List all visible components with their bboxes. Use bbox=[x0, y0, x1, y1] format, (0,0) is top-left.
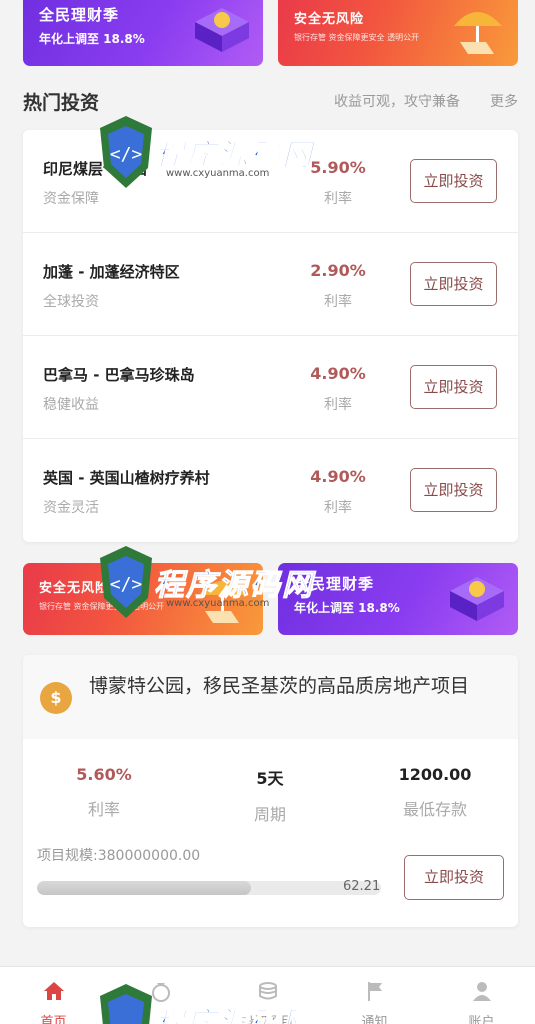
dollar-coin-icon: $ bbox=[40, 682, 72, 714]
progress-fill bbox=[37, 881, 251, 895]
invest-item-rate: 2.90% bbox=[310, 261, 366, 280]
banner-anquan-subtitle: 银行存管 资金保障更安全 透明公开 bbox=[39, 602, 165, 611]
banner-licai-title: 全民理财季 bbox=[39, 6, 120, 24]
banner-licai[interactable]: 全民理财季 年化上调至 18.8% bbox=[278, 563, 518, 635]
invest-item-name: 印尼煤层气项目 bbox=[43, 160, 149, 178]
progress-value: 62.21 bbox=[343, 879, 381, 894]
stat-label: 利率 bbox=[87, 800, 120, 819]
tab-notice[interactable]: 通知 bbox=[321, 967, 428, 1024]
stat-value: 1200.00 bbox=[398, 765, 472, 784]
project-title: 博蒙特公园，移民圣基茨的高品质房地产项目 bbox=[89, 675, 470, 697]
stat-value: 5天 bbox=[256, 769, 284, 788]
invest-item[interactable]: 加蓬 - 加蓬经济特区 全球投资 2.90% 利率 立即投资 bbox=[23, 233, 518, 336]
stat-label: 最低存款 bbox=[402, 800, 467, 819]
banner-licai[interactable]: 全民理财季 年化上调至 18.8% bbox=[23, 0, 263, 66]
invest-now-button[interactable]: 立即投资 bbox=[410, 468, 497, 512]
section-subtitle: 收益可观，攻守兼备 bbox=[334, 94, 460, 110]
bottom-tab-bar: 首页 投资项目 通知 账户 bbox=[0, 966, 535, 1024]
invest-item-rate-label: 利率 bbox=[324, 500, 352, 516]
banner-anquan-title: 安全无风险 bbox=[39, 581, 110, 596]
flag-icon bbox=[367, 982, 382, 1001]
tab-label: 账户 bbox=[468, 1015, 495, 1024]
invest-item-name: 巴拿马 - 巴拿马珍珠岛 bbox=[43, 366, 195, 384]
invest-item-name: 加蓬 - 加蓬经济特区 bbox=[43, 263, 180, 281]
banner-licai-subtitle: 年化上调至 18.8% bbox=[294, 601, 400, 615]
invest-item-rate: 4.90% bbox=[310, 467, 366, 486]
invest-now-button[interactable]: 立即投资 bbox=[410, 262, 497, 306]
invest-item[interactable]: 巴拿马 - 巴拿马珍珠岛 稳健收益 4.90% 利率 立即投资 bbox=[23, 336, 518, 439]
invest-now-button[interactable]: 立即投资 bbox=[404, 855, 504, 900]
isometric-coin-icon bbox=[195, 8, 249, 52]
banner-licai-title: 全民理财季 bbox=[294, 575, 375, 593]
project-stat-period: 5天 周期 bbox=[210, 765, 330, 825]
top-banner-row: 全民理财季 年化上调至 18.8% 安全无风险 银行存管 资金保障更安全 透明公… bbox=[0, 0, 535, 66]
invest-item-rate-label: 利率 bbox=[324, 191, 352, 207]
tab-money[interactable] bbox=[107, 967, 214, 1024]
invest-item-tag: 资金保障 bbox=[43, 191, 99, 207]
tab-label: 通知 bbox=[361, 1015, 388, 1024]
tab-home[interactable]: 首页 bbox=[0, 967, 107, 1024]
more-link[interactable]: 更多 bbox=[490, 91, 518, 111]
section-title: 热门投资 bbox=[23, 92, 100, 114]
home-icon bbox=[43, 982, 64, 1000]
invest-now-button[interactable]: 立即投资 bbox=[410, 365, 497, 409]
invest-now-button[interactable]: 立即投资 bbox=[410, 159, 497, 203]
invest-list: 印尼煤层气项目 资金保障 5.90% 利率 立即投资 加蓬 - 加蓬经济特区 全… bbox=[23, 130, 518, 542]
isometric-coin-icon bbox=[450, 577, 504, 621]
stat-value: 5.60% bbox=[76, 765, 132, 784]
invest-item-rate: 4.90% bbox=[310, 364, 366, 383]
banner-licai-subtitle: 年化上调至 18.8% bbox=[39, 32, 145, 46]
banner-anquan-subtitle: 银行存管 资金保障更安全 透明公开 bbox=[294, 33, 420, 42]
hot-invest-header: 热门投资 收益可观，攻守兼备 更多 bbox=[23, 84, 518, 114]
banner-anquan-title: 安全无风险 bbox=[294, 12, 365, 27]
invest-item-rate-label: 利率 bbox=[324, 397, 352, 413]
project-stat-rate: 5.60% 利率 bbox=[44, 765, 164, 820]
project-card[interactable]: $ 博蒙特公园，移民圣基茨的高品质房地产项目 5.60% 利率 5天 周期 12… bbox=[23, 655, 518, 927]
banner-anquan[interactable]: 安全无风险 银行存管 资金保障更安全 透明公开 bbox=[278, 0, 518, 66]
invest-item-tag: 资金灵活 bbox=[43, 500, 99, 516]
banner-anquan[interactable]: 安全无风险 银行存管 资金保障更安全 透明公开 bbox=[23, 563, 263, 635]
coins-icon bbox=[258, 982, 277, 1000]
tab-label: 首页 bbox=[40, 1015, 67, 1024]
progress-bar bbox=[37, 881, 381, 895]
invest-item-rate-label: 利率 bbox=[324, 294, 352, 310]
project-header: $ 博蒙特公园，移民圣基茨的高品质房地产项目 bbox=[23, 655, 518, 739]
invest-item[interactable]: 英国 - 英国山楂树疗养村 资金灵活 4.90% 利率 立即投资 bbox=[23, 439, 518, 542]
invest-item-tag: 全球投资 bbox=[43, 294, 99, 310]
tab-label: 投资项目 bbox=[241, 1015, 294, 1024]
umbrella-icon bbox=[199, 581, 247, 623]
project-scale: 项目规模:380000000.00 bbox=[37, 848, 201, 864]
tab-account[interactable]: 账户 bbox=[428, 967, 535, 1024]
middle-banner-row: 安全无风险 银行存管 资金保障更安全 透明公开 全民理财季 年化上调至 18.8… bbox=[0, 563, 535, 635]
umbrella-icon bbox=[454, 12, 502, 54]
project-stat-min-deposit: 1200.00 最低存款 bbox=[375, 765, 495, 820]
invest-item-tag: 稳健收益 bbox=[43, 397, 99, 413]
user-icon bbox=[472, 982, 491, 1001]
tab-projects[interactable]: 投资项目 bbox=[214, 967, 321, 1024]
invest-item-rate: 5.90% bbox=[310, 158, 366, 177]
invest-item-name: 英国 - 英国山楂树疗养村 bbox=[43, 469, 210, 487]
money-bag-icon bbox=[151, 983, 170, 1002]
invest-item[interactable]: 印尼煤层气项目 资金保障 5.90% 利率 立即投资 bbox=[23, 130, 518, 233]
stat-label: 周期 bbox=[253, 805, 286, 824]
